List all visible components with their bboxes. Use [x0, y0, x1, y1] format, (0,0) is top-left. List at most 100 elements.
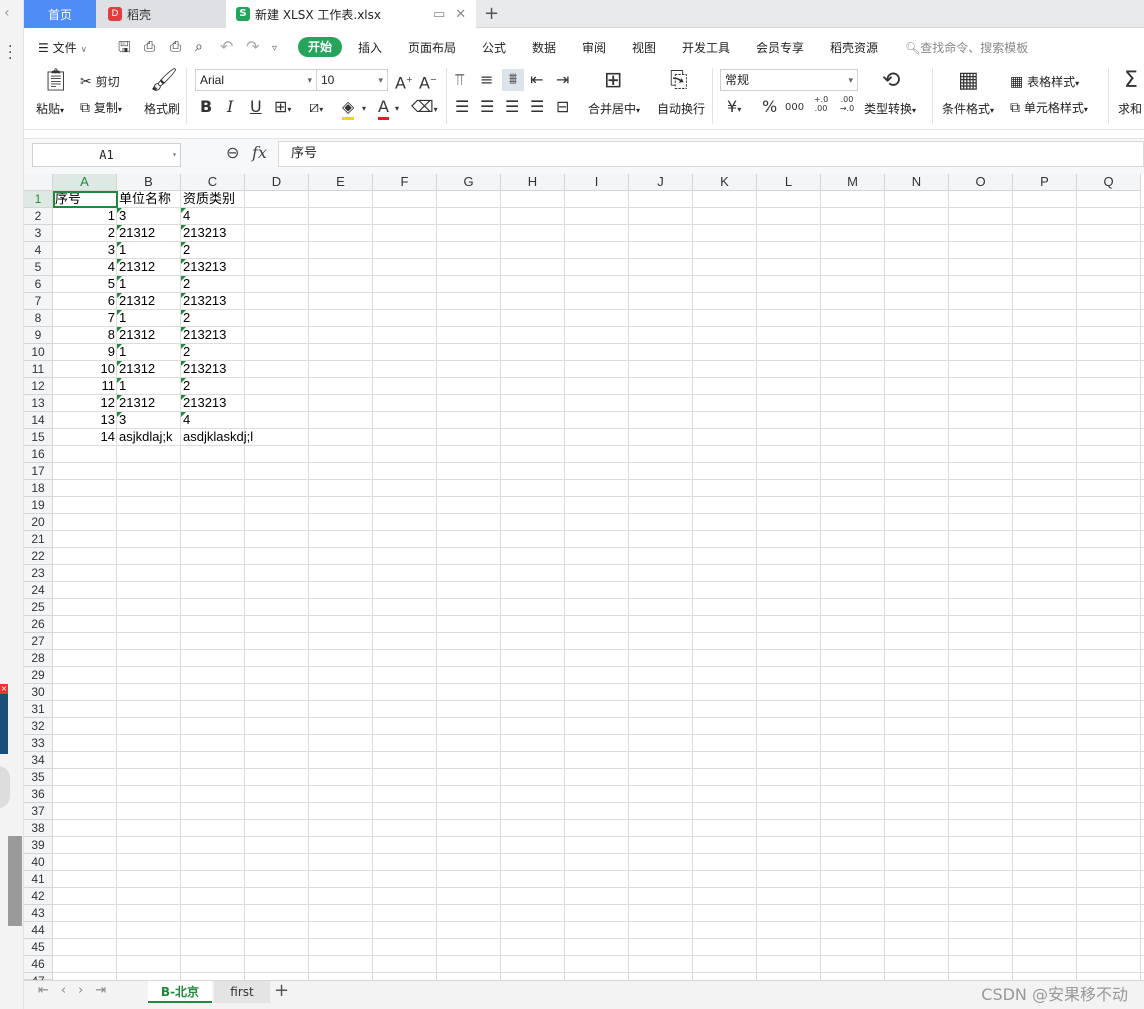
- merge-center-icon[interactable]: ⊞: [604, 68, 622, 93]
- tab-page-layout[interactable]: 页面布局: [408, 39, 456, 56]
- type-convert-icon[interactable]: ⟲: [882, 68, 900, 93]
- wrap-text-icon[interactable]: ⎘: [670, 68, 688, 93]
- italic-icon[interactable]: I: [227, 97, 233, 117]
- align-center-icon[interactable]: ☰: [480, 97, 494, 117]
- row-header[interactable]: 46: [24, 956, 53, 973]
- font-color-icon[interactable]: A: [378, 97, 389, 120]
- print-icon[interactable]: ⎙: [170, 37, 181, 57]
- row-header[interactable]: 25: [24, 599, 53, 616]
- tab-developer[interactable]: 开发工具: [682, 39, 730, 56]
- column-header[interactable]: K: [693, 174, 757, 191]
- font-size-select[interactable]: 10 ▾: [316, 69, 388, 91]
- row-header[interactable]: 28: [24, 650, 53, 667]
- redo-icon[interactable]: ↷: [246, 37, 259, 57]
- column-header[interactable]: F: [373, 174, 437, 191]
- tab-formulas[interactable]: 公式: [482, 39, 506, 56]
- cell-A2[interactable]: 1: [53, 208, 117, 225]
- row-header[interactable]: 45: [24, 939, 53, 956]
- cell-B15[interactable]: asjkdlaj;k: [117, 429, 181, 446]
- sheet-tab-beijing[interactable]: B-北京: [148, 981, 212, 1003]
- row-header[interactable]: 23: [24, 565, 53, 582]
- cell-A9[interactable]: 8: [53, 327, 117, 344]
- row-header[interactable]: 2: [24, 208, 53, 225]
- decrease-font-icon[interactable]: A−: [419, 70, 437, 93]
- side-panel-thumbnail[interactable]: [0, 684, 8, 754]
- merge-center-button[interactable]: 合并居中▾: [588, 100, 640, 117]
- column-header[interactable]: D: [245, 174, 309, 191]
- row-header[interactable]: 18: [24, 480, 53, 497]
- row-header[interactable]: 41: [24, 871, 53, 888]
- tab-review[interactable]: 审阅: [582, 39, 606, 56]
- row-header[interactable]: 8: [24, 310, 53, 327]
- sheet-navigation[interactable]: ⇤‹›⇥: [38, 983, 118, 998]
- tab-member[interactable]: 会员专享: [756, 39, 804, 56]
- cell-A8[interactable]: 7: [53, 310, 117, 327]
- add-sheet-button[interactable]: +: [274, 980, 289, 1001]
- row-header[interactable]: 14: [24, 412, 53, 429]
- row-header[interactable]: 47: [24, 973, 53, 988]
- cell-B12[interactable]: 1: [117, 378, 181, 395]
- percent-icon[interactable]: %: [762, 97, 777, 117]
- row-header[interactable]: 43: [24, 905, 53, 922]
- align-middle-icon[interactable]: ≡: [480, 70, 493, 90]
- row-header[interactable]: 34: [24, 752, 53, 769]
- cell-C6[interactable]: 2: [181, 276, 245, 293]
- print-preview-icon[interactable]: ⌕: [195, 37, 203, 57]
- font-name-select[interactable]: Arial ▾: [195, 69, 317, 91]
- row-header[interactable]: 19: [24, 497, 53, 514]
- tab-insert[interactable]: 插入: [358, 39, 382, 56]
- cell-B1[interactable]: 单位名称: [117, 191, 181, 208]
- row-header[interactable]: 15: [24, 429, 53, 446]
- currency-icon[interactable]: ¥▾: [727, 97, 741, 120]
- cell-C13[interactable]: 213213: [181, 395, 245, 412]
- row-header[interactable]: 29: [24, 667, 53, 684]
- increase-font-icon[interactable]: A+: [395, 70, 413, 93]
- pin-window-icon[interactable]: ▭: [433, 7, 445, 22]
- cell-C1[interactable]: 资质类别: [181, 191, 245, 208]
- column-header[interactable]: J: [629, 174, 693, 191]
- cell-A13[interactable]: 12: [53, 395, 117, 412]
- row-header[interactable]: 1: [24, 191, 53, 208]
- cell-A14[interactable]: 13: [53, 412, 117, 429]
- function-icon[interactable]: fx: [252, 143, 267, 162]
- tab-daoke[interactable]: D 稻壳: [96, 0, 226, 28]
- fill-pattern-icon[interactable]: ⧄▾: [309, 97, 323, 120]
- row-header[interactable]: 33: [24, 735, 53, 752]
- save-icon[interactable]: 🖫: [118, 37, 131, 57]
- paste-icon[interactable]: 📋︎: [42, 68, 70, 93]
- table-style-button[interactable]: ▦ 表格样式▾: [1010, 73, 1079, 90]
- row-header[interactable]: 22: [24, 548, 53, 565]
- row-header[interactable]: 42: [24, 888, 53, 905]
- cell-B8[interactable]: 1: [117, 310, 181, 327]
- chevron-down-icon[interactable]: ▾: [395, 99, 399, 119]
- row-header[interactable]: 3: [24, 225, 53, 242]
- row-header[interactable]: 30: [24, 684, 53, 701]
- undo-icon[interactable]: ↶: [220, 37, 233, 57]
- conditional-format-icon[interactable]: ▦: [958, 68, 979, 93]
- cell-B2[interactable]: 3: [117, 208, 181, 225]
- paste-button[interactable]: 粘贴▾: [36, 100, 64, 117]
- row-header[interactable]: 39: [24, 837, 53, 854]
- cell-B10[interactable]: 1: [117, 344, 181, 361]
- sum-button[interactable]: 求和: [1118, 100, 1142, 117]
- cell-A6[interactable]: 5: [53, 276, 117, 293]
- indent-increase-icon[interactable]: ⇥: [556, 70, 569, 90]
- align-bottom-icon[interactable]: ⩩: [502, 69, 524, 91]
- column-header[interactable]: G: [437, 174, 501, 191]
- conditional-format-button[interactable]: 条件格式▾: [942, 100, 994, 117]
- align-left-icon[interactable]: ☰: [455, 97, 469, 117]
- cell-B6[interactable]: 1: [117, 276, 181, 293]
- align-right-icon[interactable]: ☰: [505, 97, 519, 117]
- row-header[interactable]: 31: [24, 701, 53, 718]
- prev-sheet-icon[interactable]: ‹: [61, 983, 78, 998]
- row-header[interactable]: 38: [24, 820, 53, 837]
- cell-C9[interactable]: 213213: [181, 327, 245, 344]
- tab-file[interactable]: S 新建 XLSX 工作表.xlsx ▭ ✕: [226, 0, 476, 28]
- row-header[interactable]: 20: [24, 514, 53, 531]
- row-header[interactable]: 12: [24, 378, 53, 395]
- column-header[interactable]: O: [949, 174, 1013, 191]
- row-header[interactable]: 37: [24, 803, 53, 820]
- row-header[interactable]: 26: [24, 616, 53, 633]
- row-header[interactable]: 10: [24, 344, 53, 361]
- tab-home[interactable]: 首页: [24, 0, 96, 28]
